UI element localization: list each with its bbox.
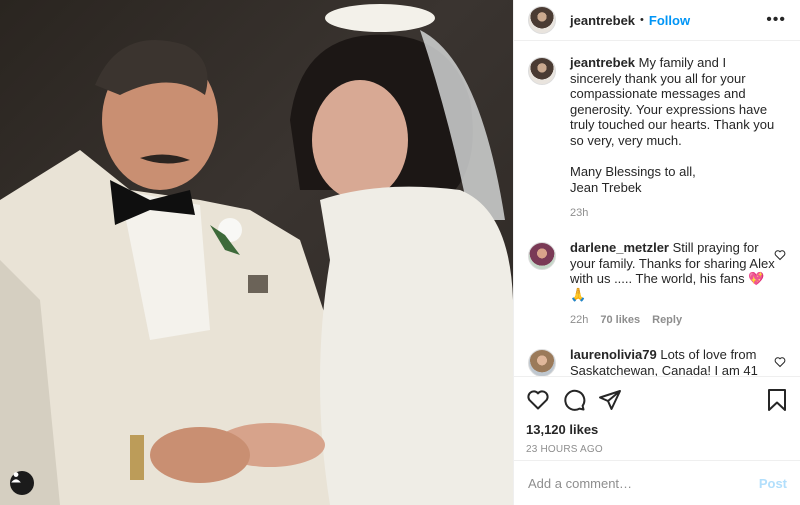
post-timestamp[interactable]: 23 HOURS AGO [526,444,789,455]
post-actions: 13,120 likes 23 HOURS AGO [514,376,800,455]
comment-item: laurenolivia79 Lots of love from Saskatc… [528,347,786,376]
post-header: jeantrebek • Follow ••• [514,0,800,41]
author-avatar[interactable] [528,6,556,34]
comment-like-icon[interactable] [774,355,786,371]
post-side-panel: jeantrebek • Follow ••• jeantrebek My fa… [513,0,800,505]
caption: jeantrebek My family and I sincerely tha… [528,55,786,232]
wedding-photo-illustration [0,4,513,505]
separator-dot: • [640,14,644,26]
author-username[interactable]: jeantrebek [570,13,635,28]
likes-count[interactable]: 13,120 likes [526,422,789,437]
instagram-post: jeantrebek • Follow ••• jeantrebek My fa… [0,0,800,505]
reply-button[interactable]: Reply [652,313,682,329]
caption-time[interactable]: 23h [570,206,588,222]
commenter-avatar[interactable] [528,348,556,376]
post-comment-button[interactable]: Post [759,476,787,491]
commenter-avatar[interactable] [528,241,556,270]
share-icon[interactable] [598,388,622,412]
more-options-icon[interactable]: ••• [766,11,786,29]
comment-like-icon[interactable] [774,248,786,264]
add-comment-bar: Post [514,460,800,505]
follow-button[interactable]: Follow [649,13,690,28]
user-tag-button[interactable] [10,471,34,495]
comment-username[interactable]: darlene_metzler [570,240,669,255]
caption-avatar[interactable] [528,57,556,85]
bookmark-icon[interactable] [765,388,789,412]
comment-icon[interactable] [562,388,586,412]
caption-text: My family and I sincerely thank you all … [570,55,775,195]
comment-likes[interactable]: 70 likes [600,313,640,329]
heart-icon[interactable] [526,388,550,412]
comment-username[interactable]: laurenolivia79 [570,347,657,362]
comment-time[interactable]: 22h [570,313,588,329]
post-photo[interactable] [0,0,513,505]
comments-list[interactable]: jeantrebek My family and I sincerely tha… [514,41,800,376]
comment-item: darlene_metzler Still praying for your f… [528,240,786,339]
caption-username[interactable]: jeantrebek [570,55,635,70]
comment-input[interactable] [528,475,759,491]
